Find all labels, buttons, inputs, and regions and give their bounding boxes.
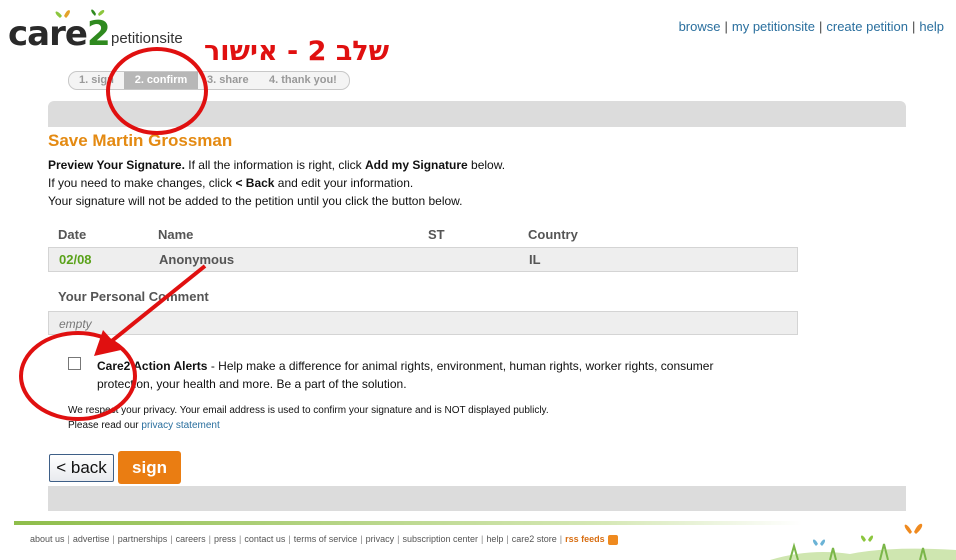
back-button[interactable]: < back	[49, 454, 114, 482]
step-share: 3. share	[207, 74, 249, 86]
privacy-statement-link[interactable]: privacy statement	[141, 420, 219, 431]
petition-title: Save Martin Grossman	[48, 131, 233, 150]
logo-wordmark: care2	[8, 14, 111, 54]
content-header-bar	[48, 101, 906, 127]
signature-row: 02/08 Anonymous IL	[48, 247, 798, 272]
nav-create-petition[interactable]: create petition	[826, 19, 908, 34]
nav-help[interactable]: help	[919, 19, 944, 34]
step-progress: 1. sign 2. confirm 3. share 4. thank you…	[68, 71, 350, 90]
rss-icon	[607, 534, 618, 545]
step-sign: 1. sign	[79, 74, 114, 86]
header-st: ST	[428, 227, 445, 242]
signature-country: IL	[529, 252, 541, 267]
comment-label: Your Personal Comment	[58, 289, 209, 304]
footer-partnerships[interactable]: partnerships	[118, 534, 168, 544]
footer-rss-feeds[interactable]: rss feeds	[565, 534, 605, 544]
footer-subscription-center[interactable]: subscription center	[402, 534, 478, 544]
step-thank-you: 4. thank you!	[269, 74, 337, 86]
header-country: Country	[528, 227, 578, 242]
care2-logo[interactable]: care2 petitionsite	[8, 4, 218, 56]
footer-contact-us[interactable]: contact us	[244, 534, 285, 544]
content-footer-bar	[48, 486, 906, 511]
butterflies-decoration-icon	[770, 523, 956, 560]
comment-value: empty	[48, 311, 798, 335]
footer-privacy[interactable]: privacy	[366, 534, 395, 544]
footer-links: about us | advertise | partnerships | careers |…	[30, 534, 618, 545]
step-annotation-text: שלב 2 - אישור	[204, 36, 390, 67]
step-confirm: 2. confirm	[124, 72, 198, 89]
privacy-note: We respect your privacy. Your email addr…	[68, 405, 549, 431]
nav-browse[interactable]: browse	[679, 19, 721, 34]
preview-instructions: Preview Your Signature. If all the infor…	[48, 158, 506, 208]
logo-subtitle: petitionsite	[111, 30, 183, 47]
footer-divider	[14, 521, 802, 525]
footer-help[interactable]: help	[486, 534, 503, 544]
footer-care2-store[interactable]: care2 store	[512, 534, 557, 544]
sign-button[interactable]: sign	[118, 451, 181, 484]
signature-name: Anonymous	[159, 252, 235, 267]
header-date: Date	[58, 227, 87, 242]
action-alerts-checkbox[interactable]	[68, 357, 81, 370]
nav-my-petitionsite[interactable]: my petitionsite	[732, 19, 815, 34]
header-name: Name	[158, 227, 194, 242]
footer-careers[interactable]: careers	[176, 534, 206, 544]
footer-about-us[interactable]: about us	[30, 534, 65, 544]
signature-table-header: Date Name ST Country	[48, 223, 798, 245]
action-alerts-text: Care2 Action Alerts - Help make a differ…	[97, 359, 714, 391]
footer-advertise[interactable]: advertise	[73, 534, 110, 544]
footer-press[interactable]: press	[214, 534, 236, 544]
top-nav: browse | my petitionsite | create petition | h…	[678, 19, 944, 34]
signature-date: 02/08	[59, 252, 92, 267]
footer-terms-of-service[interactable]: terms of service	[294, 534, 358, 544]
